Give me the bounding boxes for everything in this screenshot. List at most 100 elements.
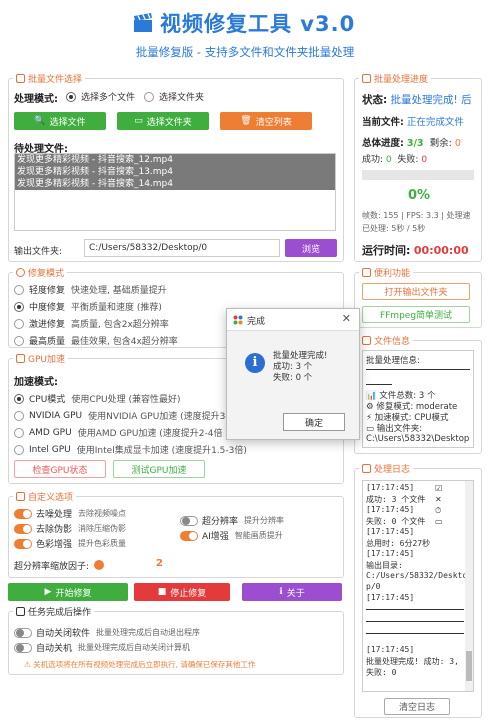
log-scrollbar[interactable] bbox=[465, 481, 473, 691]
stop-repair-button[interactable]: ■ 停止修复 bbox=[134, 583, 230, 601]
radio-dot[interactable] bbox=[144, 91, 154, 102]
dialog-line: 批量处理完成! bbox=[273, 351, 328, 361]
log-line: [17:17:45] bbox=[366, 505, 415, 514]
current-file-row: 当前文件: 正在完成文件 bbox=[362, 117, 464, 128]
toggle-switch[interactable] bbox=[14, 508, 32, 519]
toggle-switch[interactable] bbox=[14, 523, 32, 534]
radio-dot[interactable] bbox=[14, 284, 24, 295]
dialog-line: 失败: 0 个 bbox=[273, 373, 313, 383]
folder-icon: ▭ bbox=[435, 517, 443, 526]
toggle-switch[interactable] bbox=[180, 515, 198, 526]
radio-dot[interactable] bbox=[14, 301, 24, 312]
divider bbox=[366, 621, 464, 622]
toggle-switch[interactable] bbox=[14, 642, 32, 653]
dialog-message: 批量处理完成! 成功: 3 个 失败: 0 个 bbox=[273, 351, 327, 384]
toggle-color[interactable]: 色彩增强 提升色彩质量 bbox=[14, 537, 126, 550]
log-legend: 处理日志 bbox=[359, 462, 413, 475]
header: 视频修复工具 v3.0 批量修复版 - 支持多文件和文件夹批量处理 bbox=[0, 0, 490, 66]
output-folder-input[interactable]: C:/Users/58332/Desktop/0 bbox=[84, 239, 280, 257]
log-line: [17:17:45] bbox=[366, 549, 415, 558]
chart-icon bbox=[362, 74, 371, 83]
radio-moderate-repair[interactable]: 中度修复 平衡质量和速度 (推荐) bbox=[14, 300, 162, 313]
list-item[interactable]: 发现更多精彩视频 - 抖音搜索_14.mp4 bbox=[15, 178, 335, 190]
ok-button[interactable]: 确定 bbox=[283, 413, 345, 431]
file-list[interactable]: 发现更多精彩视频 - 抖音搜索_12.mp4 发现更多精彩视频 - 抖音搜索_1… bbox=[14, 153, 336, 231]
toggle-ai[interactable]: AI增强 智能画质提升 bbox=[180, 529, 283, 542]
radio-max-quality[interactable]: 最高质量 最佳效果, 包含4x超分辨率 bbox=[14, 334, 178, 347]
radio-multi-files[interactable]: 选择多个文件 bbox=[66, 90, 135, 103]
radio-aggressive-repair[interactable]: 激进修复 高质量, 包含2x超分辨率 bbox=[14, 317, 169, 330]
divider bbox=[366, 384, 392, 385]
info-icon: i bbox=[245, 353, 265, 373]
radio-amd[interactable]: AMD GPU 使用AMD GPU加速 (速度提升2-4倍 bbox=[14, 426, 222, 439]
toggle-switch[interactable] bbox=[180, 530, 198, 541]
dialog-title: 完成 bbox=[247, 317, 266, 327]
log-line: [17:17:45] bbox=[366, 645, 415, 654]
clear-log-button[interactable]: 清空日志 bbox=[384, 698, 450, 715]
gear-icon bbox=[16, 268, 25, 277]
toggle-denoise[interactable]: 去噪处理 去除视频噪点 bbox=[14, 507, 126, 520]
list-item[interactable]: 发现更多精彩视频 - 抖音搜索_12.mp4 bbox=[15, 154, 335, 166]
select-files-button[interactable]: 🔍 选择文件 bbox=[14, 112, 106, 130]
warning-icon: ⚠ bbox=[24, 660, 34, 669]
clear-list-button[interactable]: 🗑 清空列表 bbox=[220, 112, 312, 130]
folder-icon bbox=[16, 74, 25, 83]
tools-icon bbox=[362, 268, 371, 277]
log-line: 批量处理完成! 成功: 3, bbox=[366, 657, 459, 666]
toggle-superres[interactable]: 超分辨率 提升分辨率 bbox=[180, 514, 284, 527]
toggle-deartifact[interactable]: 去除伪影 消除压缩伪影 bbox=[14, 522, 126, 535]
log-line: 输出目录: bbox=[366, 561, 403, 570]
toggle-auto-close[interactable]: 自动关闭软件 批量处理完成后自动退出程序 bbox=[14, 626, 200, 639]
shutdown-warning: ⚠ 关机选项将在所有视频处理完成后立即执行, 请确保已保存其他工作 bbox=[24, 660, 256, 669]
about-button[interactable]: ℹ 关于 bbox=[242, 583, 342, 601]
radio-intel[interactable]: Intel GPU 使用Intel集成显卡加速 (速度提升1.5-3倍) bbox=[14, 443, 247, 456]
log-box[interactable]: [17:17:45] 成功: 3 个文件 [17:17:45] 失败: 0 个文… bbox=[362, 480, 474, 692]
radio-dot[interactable] bbox=[14, 318, 24, 329]
scale-factor-value: 2 bbox=[156, 558, 163, 569]
radio-dot[interactable] bbox=[14, 410, 24, 421]
folder-icon: ▭ bbox=[366, 424, 377, 434]
radio-dot[interactable] bbox=[66, 91, 76, 102]
search-icon: 🔍 bbox=[34, 116, 46, 126]
radio-nvidia[interactable]: NVIDIA GPU 使用NVIDIA GPU加速 (速度提升3- bbox=[14, 409, 229, 422]
test-gpu-button[interactable]: 测试GPU加速 bbox=[113, 460, 205, 478]
rocket-icon bbox=[16, 354, 25, 363]
folder-icon: ▭ bbox=[134, 116, 143, 126]
ffmpeg-test-button[interactable]: FFmpeg简单测试 bbox=[362, 306, 470, 323]
radio-cpu[interactable]: CPU模式 使用CPU处理 (兼容性最好) bbox=[14, 392, 181, 405]
processed-time: 已处理: 5秒 / 5秒 bbox=[362, 224, 426, 233]
accel-mode-label: 加速模式: bbox=[14, 377, 58, 388]
toggle-switch[interactable] bbox=[14, 538, 32, 549]
radio-light-repair[interactable]: 轻度修复 快速处理, 基础质量提升 bbox=[14, 283, 167, 296]
radio-dot[interactable] bbox=[14, 427, 24, 438]
toggle-auto-shutdown[interactable]: 自动关机 批量处理完成后自动关闭计算机 bbox=[14, 641, 190, 654]
mode-label: 处理模式: bbox=[14, 94, 58, 105]
scale-factor-label: 超分辨率缩放因子: bbox=[14, 562, 90, 572]
log-line: 失败: 0 bbox=[366, 668, 397, 677]
info-icon: ℹ bbox=[279, 587, 283, 597]
divider bbox=[366, 369, 470, 370]
check-gpu-button[interactable]: 检查GPU状态 bbox=[14, 460, 106, 478]
radio-dot[interactable] bbox=[14, 393, 24, 404]
open-output-folder-button[interactable]: 打开输出文件夹 bbox=[362, 283, 470, 300]
clapperboard-icon bbox=[134, 13, 152, 32]
radio-dot[interactable] bbox=[14, 335, 24, 346]
list-item[interactable]: 发现更多精彩视频 - 抖音搜索_13.mp4 bbox=[15, 166, 335, 178]
success-fail-row: 成功: 0 失败: 0 bbox=[362, 155, 428, 165]
total-progress-row: 总体进度: 3/3 剩余: 0 bbox=[362, 138, 461, 149]
batch-file-legend: 批量文件选择 bbox=[13, 72, 85, 85]
scale-slider-handle[interactable] bbox=[94, 560, 104, 570]
scrollbar-thumb[interactable] bbox=[466, 651, 472, 681]
log-line: 总用时: 6分27秒 bbox=[366, 539, 431, 548]
log-line: [17:17:45] bbox=[366, 593, 415, 602]
file-info-heading: 批量处理信息: bbox=[366, 356, 420, 366]
close-icon[interactable]: ✕ bbox=[342, 312, 351, 325]
start-repair-button[interactable]: ▶ 开始修复 bbox=[8, 583, 128, 601]
custom-options-legend: 自定义选项 bbox=[13, 490, 76, 503]
trash-icon: 🗑 bbox=[240, 116, 252, 126]
browse-button[interactable]: 浏览 bbox=[285, 239, 337, 257]
select-folder-button[interactable]: ▭ 选择文件夹 bbox=[117, 112, 209, 130]
radio-folder[interactable]: 选择文件夹 bbox=[144, 90, 204, 103]
radio-dot[interactable] bbox=[14, 444, 24, 455]
toggle-switch[interactable] bbox=[14, 627, 32, 638]
